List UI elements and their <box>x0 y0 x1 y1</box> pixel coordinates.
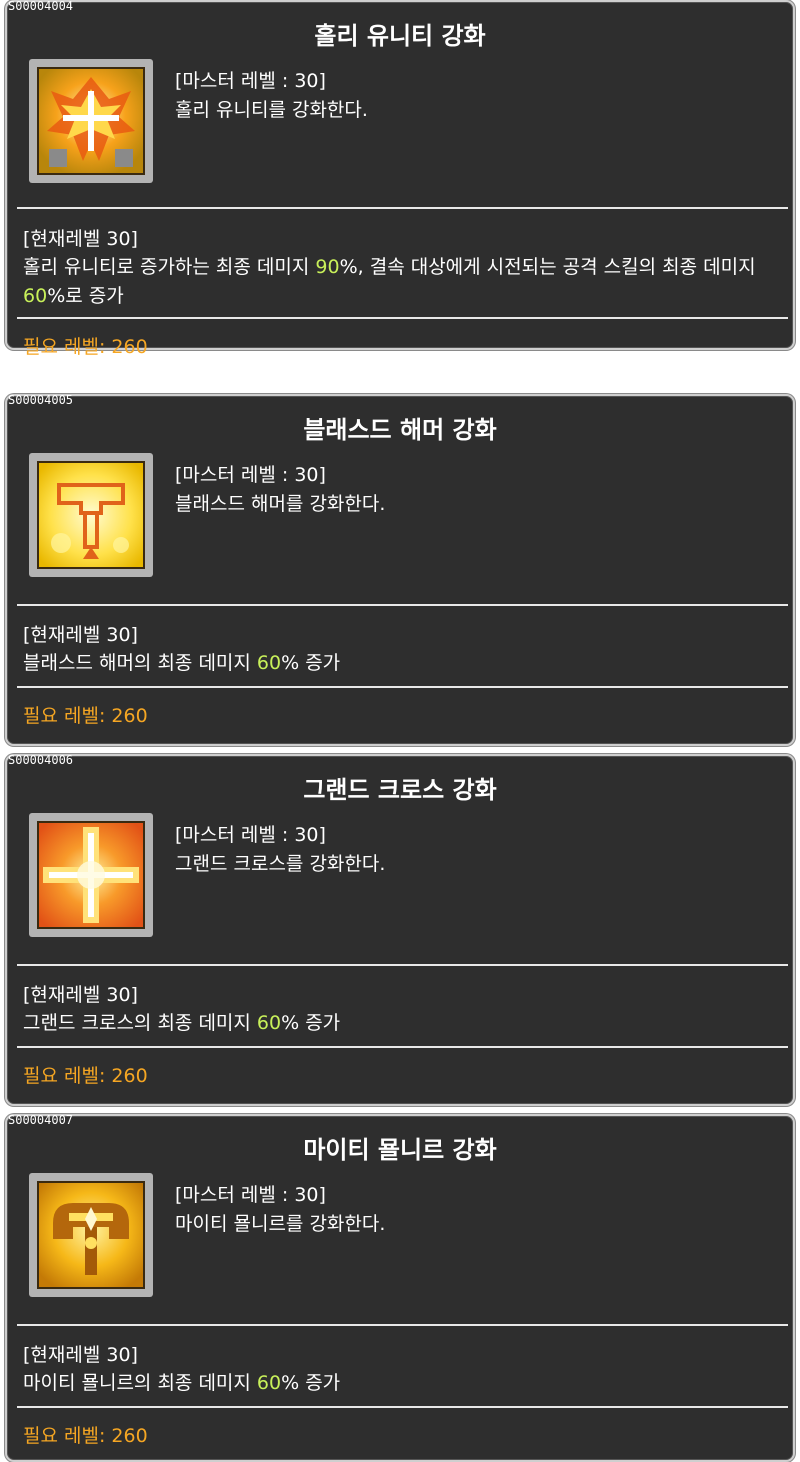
skill-title: 홀리 유니티 강화 <box>314 22 486 50</box>
effect-value: 60 <box>256 1372 282 1394</box>
short-description: 블래스드 해머를 강화한다. <box>175 493 386 515</box>
effect-text: % 증가 <box>281 1372 341 1394</box>
skill-code: S00004007 <box>8 1113 74 1127</box>
effect-value: 60 <box>256 652 282 674</box>
skill-title: 그랜드 크로스 강화 <box>303 776 497 804</box>
effect-text: %, 결속 대상에게 시전되는 공격 스킬의 최종 데미지 <box>339 256 756 278</box>
skill-code: S00004006 <box>8 753 74 767</box>
master-level: [마스터 레벨 : 30] <box>175 824 326 846</box>
effect-description: 블래스드 해머의 최종 데미지 60% 증가 <box>23 649 778 678</box>
short-description: 그랜드 크로스를 강화한다. <box>175 853 386 875</box>
master-level: [마스터 레벨 : 30] <box>175 70 326 92</box>
required-level: 필요 레벨: 260 <box>23 336 148 358</box>
grand-cross-icon <box>37 821 145 929</box>
effect-text: 마이티 묠니르의 최종 데미지 <box>23 1372 257 1394</box>
current-level: [현재레벨 30] <box>23 624 138 646</box>
skill-icon-frame <box>29 59 153 183</box>
skill-title: 블래스드 해머 강화 <box>303 416 497 444</box>
current-level: [현재레벨 30] <box>23 984 138 1006</box>
skill-icon-frame <box>29 1173 153 1297</box>
effect-description: 홀리 유니티로 증가하는 최종 데미지 90%, 결속 대상에게 시전되는 공격… <box>23 253 778 311</box>
required-level: 필요 레벨: 260 <box>23 1425 148 1447</box>
effect-text: % 증가 <box>281 652 341 674</box>
current-level: [현재레벨 30] <box>23 1344 138 1366</box>
skill-icon-frame <box>29 453 153 577</box>
divider <box>17 686 788 688</box>
effect-description: 마이티 묠니르의 최종 데미지 60% 증가 <box>23 1369 778 1398</box>
skill-icon-frame <box>29 813 153 937</box>
holy-unity-icon <box>37 67 145 175</box>
effect-text: % 증가 <box>281 1012 341 1034</box>
effect-value: 60 <box>23 285 48 307</box>
effect-text: 그랜드 크로스의 최종 데미지 <box>23 1012 257 1034</box>
divider <box>17 604 788 606</box>
effect-text: %로 증가 <box>47 285 124 307</box>
skill-code: S00004005 <box>8 393 74 407</box>
short-description: 마이티 묠니르를 강화한다. <box>175 1213 386 1235</box>
required-level: 필요 레벨: 260 <box>23 1065 148 1087</box>
skill-card-blessed-hammer: S00004005 블래스드 해머 강화 [마스터 레벨 : 30] 블래스드 … <box>5 393 795 746</box>
divider <box>17 1046 788 1048</box>
divider <box>17 207 788 209</box>
required-level: 필요 레벨: 260 <box>23 705 148 727</box>
master-level: [마스터 레벨 : 30] <box>175 1184 326 1206</box>
skill-card-holy-unity: S00004004 홀리 유니티 강화 [마스터 레벨: 30] 홀리 유니티… <box>5 0 795 358</box>
mighty-mjolnir-icon <box>37 1181 145 1289</box>
skill-card-grand-cross: S00004006 그랜드 크로스 강화 [마스터 레벨 : 30] 그랜드 크… <box>5 753 795 1106</box>
blessed-hammer-icon <box>37 461 145 569</box>
effect-value: 60 <box>256 1012 282 1034</box>
effect-value: 90 <box>315 256 340 278</box>
divider <box>17 964 788 966</box>
divider <box>17 1324 788 1326</box>
skill-title: 마이티 묠니르 강화 <box>303 1136 497 1164</box>
divider <box>17 317 788 319</box>
skill-code: S00004004 <box>8 0 74 13</box>
master-level: [마스터 레벨 : 30] <box>175 464 326 486</box>
effect-description: 그랜드 크로스의 최종 데미지 60% 증가 <box>23 1009 778 1038</box>
divider <box>17 1406 788 1408</box>
short-description: 홀리 유니티를 강화한다. <box>175 99 368 121</box>
current-level: [현재레벨 30] <box>23 228 138 250</box>
skill-card-mighty-mjolnir: S00004007 마이티 묠니르 강화 [마스터 레벨 : 30] 마이티 묠… <box>5 1113 795 1462</box>
effect-text: 블래스드 해머의 최종 데미지 <box>23 652 257 674</box>
effect-text: 홀리 유니티로 증가하는 최종 데미지 <box>23 256 316 278</box>
